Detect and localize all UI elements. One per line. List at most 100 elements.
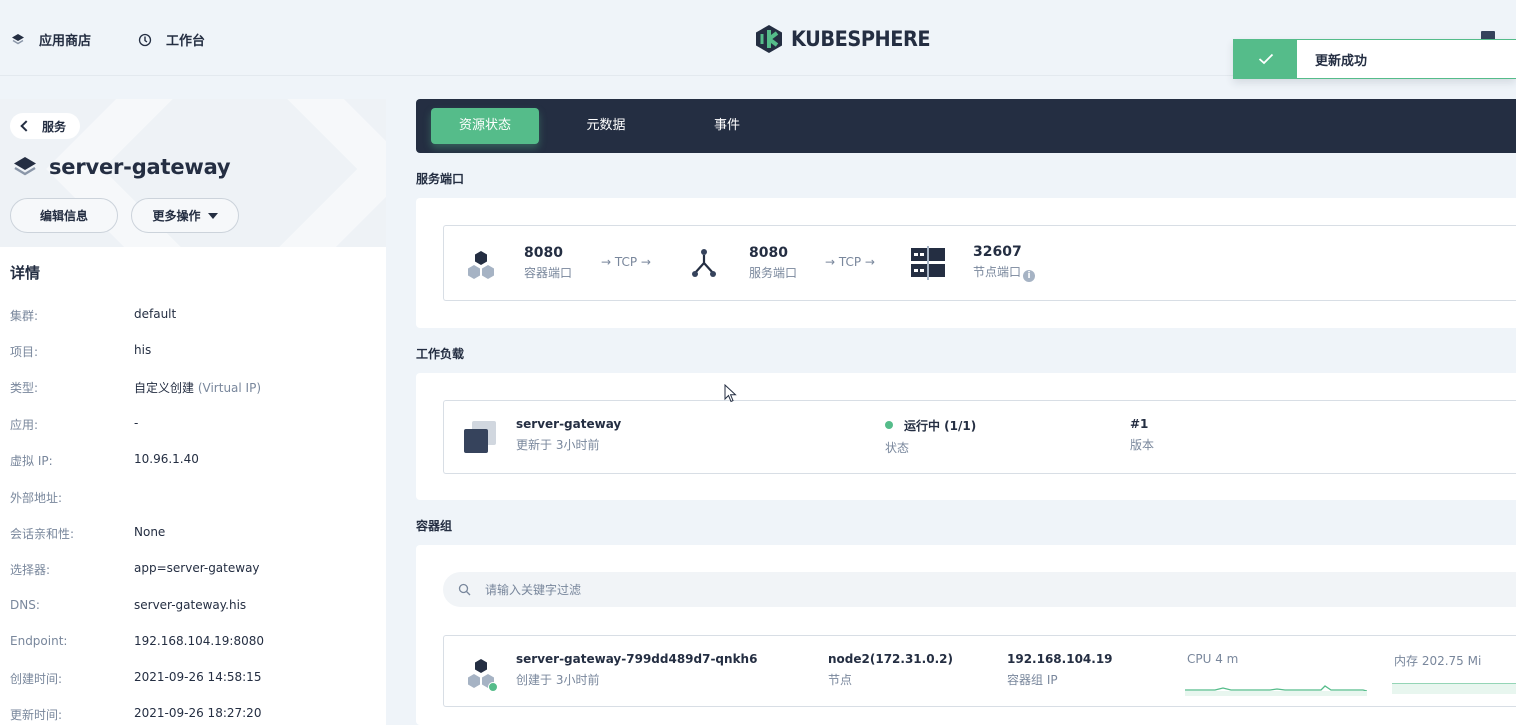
detail-key: 项目: xyxy=(10,345,39,359)
detail-key: 外部地址: xyxy=(10,491,63,505)
nav-app-store-label: 应用商店 xyxy=(39,34,92,49)
node-value: node2(172.31.0.2) xyxy=(828,652,953,666)
nav-app-store[interactable]: 应用商店 xyxy=(11,30,91,49)
type-extra: (Virtual IP) xyxy=(197,381,262,395)
pod-ip-label: 容器组 IP xyxy=(1007,673,1058,687)
detail-row: 会话亲和性: None xyxy=(10,525,380,542)
detail-tabs: 资源状态 元数据 事件 xyxy=(416,99,1516,153)
cpu-label: CPU 4 m xyxy=(1187,652,1239,666)
node-port-label: 节点端口 xyxy=(973,265,1022,279)
dashboard-icon xyxy=(138,33,152,46)
detail-key: 会话亲和性: xyxy=(10,527,75,541)
details-heading: 详情 xyxy=(10,264,41,282)
sidebar-header: 服务 server-gateway 编辑信息 更多操作 xyxy=(0,99,386,247)
ports-row: 8080 容器端口 → TCP → 8080 服务端口 → TCP → 3260… xyxy=(443,225,1516,301)
container-port: 8080 容器端口 xyxy=(524,226,572,300)
back-label: 服务 xyxy=(42,119,67,134)
memory-label: 内存 202.75 Mi xyxy=(1394,654,1482,668)
type-value: 自定义创建 xyxy=(134,381,195,395)
pod-info: server-gateway-799dd489d7-qnkh6 创建于 3小时前 xyxy=(516,652,757,688)
service-port-label: 服务端口 xyxy=(749,266,798,280)
success-toast: 更新成功 xyxy=(1233,39,1516,79)
search-icon xyxy=(458,583,471,596)
detail-row: 集群: default xyxy=(10,307,380,324)
detail-row: 创建时间: 2021-09-26 14:58:15 xyxy=(10,670,380,687)
search-placeholder: 请输入关键字过滤 xyxy=(485,583,582,597)
container-port-number: 8080 xyxy=(524,245,563,261)
detail-key: 选择器: xyxy=(10,563,51,577)
pod-ip: 192.168.104.19 容器组 IP xyxy=(1007,652,1113,688)
detail-key: 类型: xyxy=(10,381,39,395)
pod-node: node2(172.31.0.2) 节点 xyxy=(828,652,953,688)
cpu-metric: CPU 4 m xyxy=(1187,652,1238,666)
detail-row: 外部地址: xyxy=(10,489,380,506)
pod-name[interactable]: server-gateway-799dd489d7-qnkh6 xyxy=(516,652,757,666)
pod-ip-value: 192.168.104.19 xyxy=(1007,652,1113,666)
workload-row[interactable]: server-gateway 更新于 3小时前 运行中 (1/1) 状态 #1 … xyxy=(443,400,1516,474)
node-port: 32607 节点端口 i xyxy=(973,226,1036,300)
deployment-icon xyxy=(464,421,496,453)
node-label: 节点 xyxy=(828,673,853,687)
edit-info-button[interactable]: 编辑信息 xyxy=(10,198,118,233)
pods-card: 请输入关键字过滤 server-gateway-799dd489d7-qnkh6… xyxy=(416,545,1516,725)
detail-key: 集群: xyxy=(10,309,39,323)
toast-message: 更新成功 xyxy=(1315,53,1368,69)
detail-value: app=server-gateway xyxy=(134,561,260,575)
detail-row: 项目: his xyxy=(10,343,380,360)
nav-workbench[interactable]: 工作台 xyxy=(138,30,205,49)
more-actions-button[interactable]: 更多操作 xyxy=(131,198,239,233)
info-icon[interactable]: i xyxy=(1023,270,1036,282)
tab-events[interactable]: 事件 xyxy=(677,108,777,144)
detail-row: 虚拟 IP: 10.96.1.40 xyxy=(10,452,380,469)
detail-sidebar: 服务 server-gateway 编辑信息 更多操作 详情 集群: defau… xyxy=(0,99,386,725)
tcp-arrow: → TCP → xyxy=(825,255,875,269)
tab-resource-status[interactable]: 资源状态 xyxy=(431,108,539,144)
status-text: 运行中 (1/1) xyxy=(904,419,977,433)
detail-row: 选择器: app=server-gateway xyxy=(10,561,380,578)
nav-workbench-label: 工作台 xyxy=(166,34,206,49)
detail-key: 虚拟 IP: xyxy=(10,454,53,468)
workload-name[interactable]: server-gateway xyxy=(516,417,621,431)
detail-value: 2021-09-26 18:27:20 xyxy=(134,706,262,720)
detail-key: 应用: xyxy=(10,418,39,432)
node-server-icon xyxy=(911,246,945,280)
detail-row: 更新时间: 2021-09-26 18:27:20 xyxy=(10,706,380,723)
memory-metric: 内存 202.75 Mi xyxy=(1394,652,1481,669)
container-port-label: 容器端口 xyxy=(524,266,573,280)
node-port-number: 32607 xyxy=(973,244,1022,260)
detail-row: Endpoint: 192.168.104.19:8080 xyxy=(10,634,380,648)
appstore-icon xyxy=(12,33,24,44)
pod-row[interactable]: server-gateway-799dd489d7-qnkh6 创建于 3小时前… xyxy=(443,635,1516,707)
ports-card: 8080 容器端口 → TCP → 8080 服务端口 → TCP → 3260… xyxy=(416,198,1516,328)
pod-icon xyxy=(468,659,498,692)
workload-updated: 更新于 3小时前 xyxy=(516,438,600,452)
kubesphere-logo-icon xyxy=(756,25,782,53)
workload-version: #1 版本 xyxy=(1130,417,1154,453)
detail-key: DNS: xyxy=(10,598,40,612)
version-label: 版本 xyxy=(1130,438,1155,452)
tab-metadata[interactable]: 元数据 xyxy=(556,108,656,144)
back-to-services-button[interactable]: 服务 xyxy=(10,113,81,139)
caret-down-icon xyxy=(207,212,218,219)
edit-info-label: 编辑信息 xyxy=(39,209,88,223)
service-port-number: 8080 xyxy=(749,245,788,261)
detail-key: 更新时间: xyxy=(10,708,63,722)
status-label: 状态 xyxy=(885,441,910,455)
detail-key: Endpoint: xyxy=(10,634,68,648)
detail-value: 10.96.1.40 xyxy=(134,452,199,466)
detail-row: DNS: server-gateway.his xyxy=(10,598,380,612)
node-port-label-wrap: 节点端口 i xyxy=(973,263,1036,282)
workload-status: 运行中 (1/1) 状态 xyxy=(885,417,976,456)
detail-value: his xyxy=(134,343,152,357)
service-icon xyxy=(14,157,36,176)
check-icon xyxy=(1234,40,1297,78)
pod-search-input[interactable]: 请输入关键字过滤 xyxy=(443,572,1516,607)
detail-key: 创建时间: xyxy=(10,672,63,686)
detail-value: None xyxy=(134,525,166,539)
service-port-icon xyxy=(692,249,716,277)
pod-created: 创建于 3小时前 xyxy=(516,673,600,687)
detail-value: 192.168.104.19:8080 xyxy=(134,634,265,648)
memory-sparkline xyxy=(1392,683,1516,694)
kubesphere-logo[interactable]: KUBESPHERE xyxy=(754,24,942,54)
status-dot-icon xyxy=(885,421,893,429)
